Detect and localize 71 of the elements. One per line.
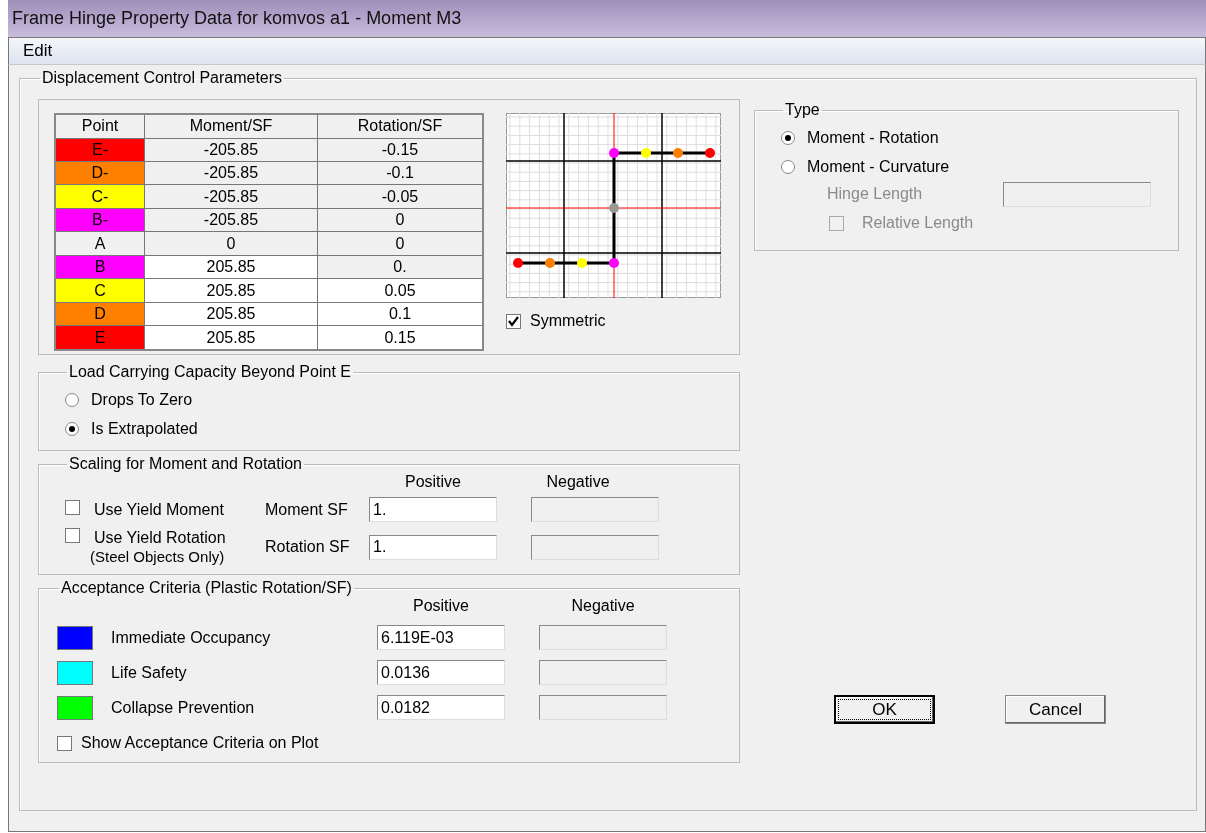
table-cell[interactable]: 0	[317, 208, 483, 232]
field-label: Hinge Length	[827, 185, 924, 203]
table-cell[interactable]: -205.85	[144, 208, 318, 232]
checkbox-label: Use Yield Moment	[94, 500, 224, 519]
input-field[interactable]: 1.	[369, 534, 497, 560]
dialog-button[interactable]: Cancel	[1005, 695, 1106, 724]
column-header: Negative	[570, 597, 636, 615]
table-cell[interactable]: 205.85	[144, 278, 318, 303]
radio-button[interactable]	[65, 392, 79, 407]
table-cell[interactable]: -205.85	[144, 138, 318, 162]
column-header: Rotation/SF	[317, 114, 483, 138]
field-label: Rotation SF	[265, 538, 351, 556]
point-cell: A	[55, 231, 145, 256]
checkbox-label: Relative Length	[862, 214, 974, 232]
group-title: Type	[784, 101, 821, 119]
column-header: Negative	[545, 473, 611, 491]
color-swatch[interactable]	[57, 660, 93, 685]
radio-label: Moment - Rotation	[807, 128, 939, 147]
point-cell: B-	[55, 208, 145, 232]
radio-button[interactable]	[781, 159, 795, 174]
point-cell: D-	[55, 161, 145, 185]
column-header: Moment/SF	[144, 114, 318, 138]
checkbox-note: (Steel Objects Only)	[90, 547, 226, 566]
table-cell[interactable]: 0	[317, 231, 483, 256]
group-title: Scaling for Moment and Rotation	[68, 455, 303, 473]
field-label: Moment SF	[265, 500, 349, 519]
checkbox-label: Show Acceptance Criteria on Plot	[81, 734, 319, 752]
table-cell[interactable]: 205.85	[144, 302, 318, 326]
table-cell[interactable]: -0.1	[317, 161, 483, 185]
group-title: Acceptance Criteria (Plastic Rotation/SF)	[60, 579, 353, 597]
dialog-button[interactable]: OK	[834, 695, 935, 724]
criteria-label: Immediate Occupancy	[111, 628, 272, 647]
input-field[interactable]: 1.	[369, 497, 497, 522]
point-cell: E-	[55, 138, 145, 162]
input-field[interactable]: 0.0136	[377, 660, 505, 685]
column-header: Point	[55, 114, 145, 138]
group-title: Displacement Control Parameters	[41, 69, 284, 87]
checkbox[interactable]	[65, 500, 80, 515]
checkbox-label: Use Yield Rotation	[94, 528, 226, 547]
point-cell: B	[55, 255, 145, 279]
table-cell[interactable]: 0.	[317, 255, 483, 279]
input-field[interactable]: 0.0182	[377, 695, 505, 720]
symmetric-checkbox[interactable]	[506, 313, 521, 329]
criteria-label: Collapse Prevention	[111, 698, 256, 717]
point-cell: E	[55, 325, 145, 350]
radio-label: Moment - Curvature	[807, 157, 950, 176]
color-swatch[interactable]	[57, 695, 93, 720]
checkbox-label: Symmetric	[530, 312, 606, 330]
table-cell[interactable]: -0.15	[317, 138, 483, 162]
table-cell[interactable]: -0.05	[317, 184, 483, 209]
radio-button[interactable]	[65, 421, 79, 436]
window-title: Frame Hinge Property Data for komvos a1 - Moment M3	[12, 8, 462, 29]
input-field[interactable]: 6.119E-03	[377, 625, 505, 650]
checkbox[interactable]	[65, 528, 80, 543]
radio-label: Is Extrapolated	[91, 419, 198, 438]
table-cell[interactable]: -205.85	[144, 184, 318, 209]
column-header: Positive	[412, 597, 470, 615]
radio-button[interactable]	[781, 130, 795, 145]
column-header: Positive	[404, 473, 462, 491]
table-cell[interactable]: -205.85	[144, 161, 318, 185]
table-cell[interactable]: 205.85	[144, 255, 318, 279]
table-cell[interactable]: 0	[144, 231, 318, 256]
point-cell: C-	[55, 184, 145, 209]
radio-label: Drops To Zero	[91, 390, 193, 409]
criteria-label: Life Safety	[111, 663, 188, 682]
group-title: Load Carrying Capacity Beyond Point E	[68, 363, 352, 381]
point-cell: D	[55, 302, 145, 326]
menu-item[interactable]: Edit	[23, 41, 53, 61]
point-cell: C	[55, 278, 145, 303]
checkbox[interactable]	[57, 735, 72, 751]
color-swatch[interactable]	[57, 625, 93, 650]
